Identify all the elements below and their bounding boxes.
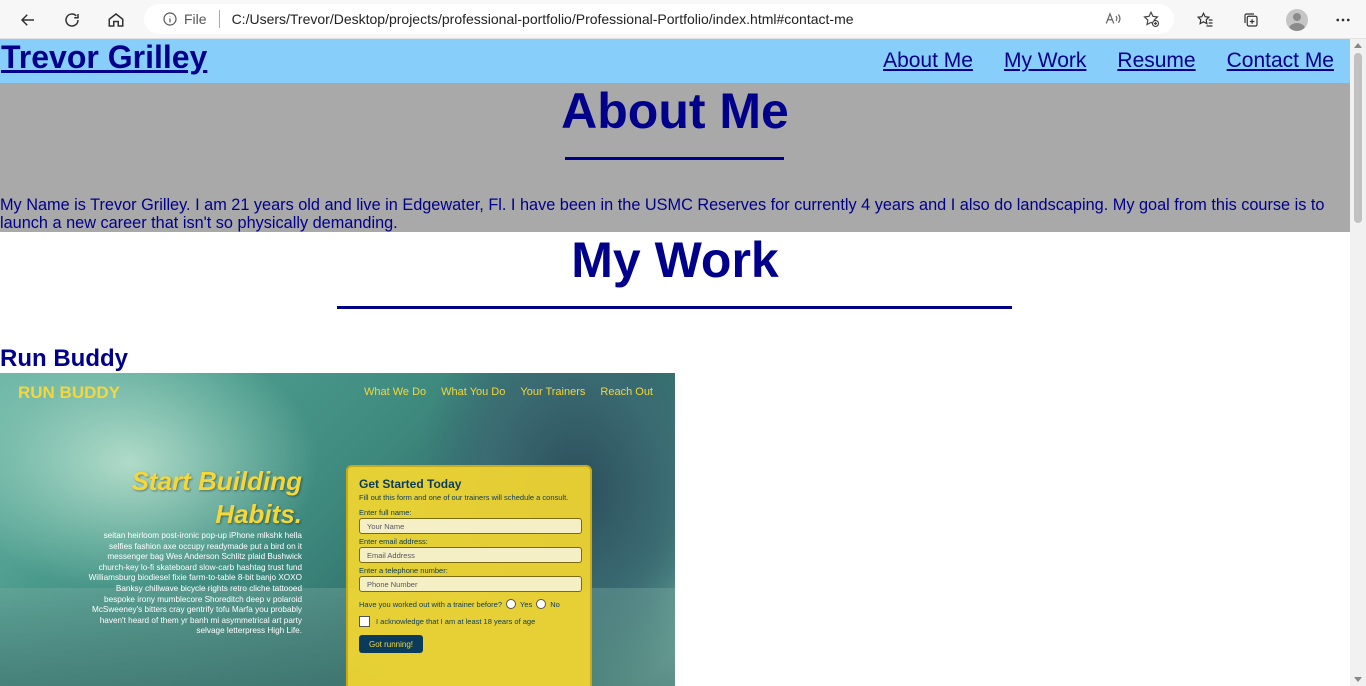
- about-body: My Name is Trevor Grilley. I am 21 years…: [0, 196, 1325, 232]
- preview-hero-line: Habits.: [215, 499, 302, 529]
- work-section: My Work Run Buddy RUN BUDDY What We Do W…: [0, 232, 1350, 686]
- preview-question: Have you worked out with a trainer befor…: [359, 599, 502, 609]
- nav-link-my-work[interactable]: My Work: [1004, 49, 1086, 73]
- project-screenshot[interactable]: RUN BUDDY What We Do What You Do Your Tr…: [0, 373, 675, 686]
- brand-link[interactable]: Trevor Grilley: [1, 39, 207, 75]
- work-heading-rule: [337, 306, 1012, 309]
- site-header: Trevor Grilley About Me My Work Resume C…: [0, 39, 1350, 83]
- favorites-icon: [1196, 11, 1213, 27]
- nav-link-about-me[interactable]: About Me: [883, 49, 973, 73]
- preview-nav-item: What We Do: [364, 386, 427, 398]
- info-label: File: [184, 11, 207, 27]
- preview-form: Get Started Today Fill out this form and…: [346, 465, 592, 686]
- about-heading-rule: [565, 157, 784, 160]
- refresh-icon: [65, 12, 79, 27]
- project-title: Run Buddy: [0, 345, 128, 372]
- browser-toolbar: File C:/Users/Trevor/Desktop/projects/pr…: [0, 0, 1366, 39]
- settings-menu-button[interactable]: [1320, 0, 1366, 39]
- preview-radio-no-label: No: [550, 599, 560, 609]
- preview-input-name: Your Name: [359, 518, 582, 534]
- url-text[interactable]: C:/Users/Trevor/Desktop/projects/profess…: [232, 11, 854, 27]
- favorites-button[interactable]: [1182, 0, 1228, 39]
- address-separator: [218, 10, 220, 28]
- info-icon: [163, 12, 177, 26]
- refresh-button[interactable]: [50, 0, 94, 39]
- preview-nav-item: What You Do: [441, 386, 506, 398]
- arrow-left-icon: [20, 13, 34, 26]
- preview-label-email: Enter email address:: [359, 537, 428, 546]
- collections-button[interactable]: [1228, 0, 1274, 39]
- preview-copy: seitan heirloom post-ironic pop-up iPhon…: [88, 531, 302, 636]
- scroll-down-arrow-icon[interactable]: [1354, 677, 1362, 682]
- preview-radio-no: [536, 599, 547, 609]
- nav-link-contact-me[interactable]: Contact Me: [1227, 49, 1334, 73]
- preview-radio-yes-label: Yes: [520, 599, 533, 609]
- scroll-up-arrow-icon[interactable]: [1354, 43, 1362, 48]
- avatar: [1286, 8, 1308, 31]
- preview-ack-label: I acknowledge that I am at least 18 year…: [376, 617, 536, 626]
- preview-nav-item: Your Trainers: [520, 386, 586, 398]
- read-aloud-icon[interactable]: [1104, 10, 1122, 28]
- preview-form-title: Get Started Today: [359, 477, 462, 491]
- preview-brand: RUN BUDDY: [18, 383, 120, 402]
- about-section: About Me My Name is Trevor Grilley. I am…: [0, 83, 1350, 232]
- work-heading: My Work: [571, 232, 779, 288]
- vertical-scrollbar[interactable]: [1350, 39, 1366, 686]
- preview-input-email: Email Address: [359, 547, 582, 563]
- preview-hero-line: Start Building: [131, 466, 302, 496]
- more-icon: [1336, 18, 1350, 21]
- preview-question-row: Have you worked out with a trainer befor…: [359, 599, 579, 609]
- profile-button[interactable]: [1274, 0, 1320, 39]
- about-heading: About Me: [561, 83, 789, 139]
- preview-nav-item: Reach Out: [600, 386, 653, 398]
- collections-icon: [1244, 12, 1258, 27]
- home-icon: [108, 12, 124, 27]
- preview-form-subtitle: Fill out this form and one of our traine…: [359, 493, 569, 502]
- home-button[interactable]: [94, 0, 138, 39]
- address-bar[interactable]: File C:/Users/Trevor/Desktop/projects/pr…: [144, 4, 1174, 34]
- preview-ack-checkbox: [359, 616, 370, 627]
- nav-link-resume[interactable]: Resume: [1117, 49, 1195, 73]
- preview-label-phone: Enter a telephone number:: [359, 566, 448, 575]
- site-nav: About Me My Work Resume Contact Me: [883, 49, 1334, 73]
- page-viewport: Trevor Grilley About Me My Work Resume C…: [0, 39, 1350, 686]
- preview-submit-button: Got running!: [359, 635, 423, 653]
- scroll-thumb[interactable]: [1354, 53, 1362, 223]
- add-favorite-icon[interactable]: [1142, 10, 1160, 28]
- preview-nav: What We Do What You Do Your Trainers Rea…: [364, 386, 653, 398]
- back-button[interactable]: [6, 0, 50, 39]
- site-info-button[interactable]: File: [162, 11, 207, 27]
- preview-label-name: Enter full name:: [359, 508, 412, 517]
- preview-radio-yes: [506, 599, 516, 609]
- preview-ack-row: I acknowledge that I am at least 18 year…: [359, 616, 579, 627]
- preview-input-phone: Phone Number: [359, 576, 582, 592]
- preview-hero: Start Building Habits.: [132, 465, 302, 531]
